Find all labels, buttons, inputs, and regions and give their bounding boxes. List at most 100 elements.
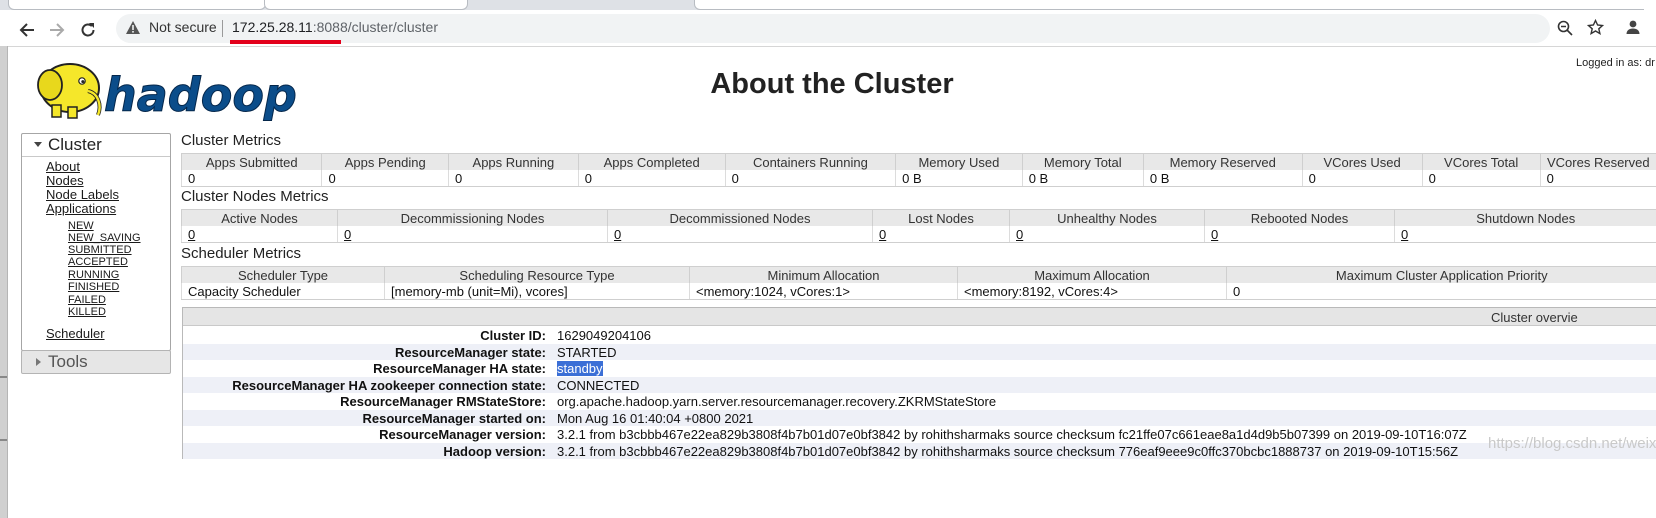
overview-row: ResourceManager RMStateStore: org.apache…: [183, 393, 1656, 409]
overview-row: ResourceManager state: STARTED: [183, 344, 1656, 360]
app-state-submitted[interactable]: SUBMITTED: [68, 244, 132, 256]
column-header[interactable]: Minimum Allocation: [689, 266, 958, 283]
column-header[interactable]: Apps Completed: [577, 153, 726, 170]
active-nodes-link[interactable]: 0: [188, 227, 195, 242]
sidebar-cluster-header[interactable]: Cluster: [22, 134, 170, 157]
red-underline-annotation: [230, 40, 341, 44]
column-header[interactable]: Shutdown Nodes: [1394, 209, 1656, 226]
cluster-metrics-title: Cluster Metrics: [181, 132, 282, 149]
overview-value: STARTED: [557, 345, 617, 360]
app-state-running[interactable]: RUNNING: [68, 269, 119, 281]
table-cell: 0: [1204, 226, 1395, 243]
table-cell: 0: [872, 226, 1010, 243]
column-header[interactable]: Lost Nodes: [872, 209, 1010, 226]
column-header[interactable]: Unhealthy Nodes: [1009, 209, 1205, 226]
app-state-new-saving[interactable]: NEW_SAVING: [68, 232, 141, 244]
table-cell: 0: [1009, 226, 1205, 243]
column-header[interactable]: Memory Reserved: [1142, 153, 1303, 170]
overview-value-selected[interactable]: standby: [557, 361, 603, 376]
column-header[interactable]: Memory Used: [895, 153, 1023, 170]
overview-row: ResourceManager version: 3.2.1 from b3cb…: [183, 426, 1656, 442]
column-header[interactable]: Apps Submitted: [180, 153, 322, 170]
table-cell: 0: [1226, 283, 1656, 300]
browser-tab[interactable]: [8, 0, 266, 10]
forward-button[interactable]: [44, 17, 70, 43]
window-left-edge: [0, 46, 8, 518]
overview-row: Hadoop version: 3.2.1 from b3cbbb467e22e…: [183, 443, 1656, 459]
sidebar-tools-label: Tools: [48, 352, 88, 371]
reload-icon: [81, 23, 95, 37]
table-cell: 0 B: [1142, 170, 1303, 187]
overview-key: Cluster ID:: [480, 328, 546, 343]
page-content: hadoop About the Cluster Logged in as: d…: [8, 47, 1656, 518]
column-header[interactable]: Containers Running: [724, 153, 896, 170]
url-text[interactable]: 172.25.28.11:8088/cluster/cluster: [232, 19, 438, 35]
column-header[interactable]: Rebooted Nodes: [1204, 209, 1395, 226]
column-header[interactable]: Maximum Cluster Application Priority: [1226, 266, 1656, 283]
app-state-new[interactable]: NEW: [68, 220, 94, 232]
table-cell: 0: [577, 170, 726, 187]
decommissioning-nodes-link[interactable]: 0: [344, 227, 351, 242]
overview-key: ResourceManager HA zookeeper connection …: [232, 378, 546, 393]
sidebar-tools-panel[interactable]: Tools: [21, 350, 171, 374]
column-header[interactable]: Apps Running: [448, 153, 579, 170]
overview-key: ResourceManager version:: [379, 427, 546, 442]
table-cell: 0 B: [895, 170, 1023, 187]
column-header[interactable]: Active Nodes: [181, 209, 338, 226]
column-header[interactable]: Scheduler Type: [181, 266, 385, 283]
sidebar-link-scheduler[interactable]: Scheduler: [46, 326, 105, 341]
app-state-finished[interactable]: FINISHED: [68, 281, 119, 293]
column-header[interactable]: Memory Total: [1021, 153, 1144, 170]
table-cell: [memory-mb (unit=Mi), vcores]: [384, 283, 690, 300]
overview-value: 3.2.1 from b3cbbb467e22ea829b3808f4b7b01…: [557, 427, 1467, 442]
app-state-accepted[interactable]: ACCEPTED: [68, 256, 128, 268]
lost-nodes-link[interactable]: 0: [879, 227, 886, 242]
rebooted-nodes-link[interactable]: 0: [1211, 227, 1218, 242]
table-cell: 0: [1539, 170, 1656, 187]
column-header[interactable]: Apps Pending: [321, 153, 449, 170]
reload-button[interactable]: [75, 17, 101, 43]
decommissioned-nodes-link[interactable]: 0: [614, 227, 621, 242]
unhealthy-nodes-link[interactable]: 0: [1016, 227, 1023, 242]
browser-tab[interactable]: [694, 0, 1656, 10]
warning-icon[interactable]: [125, 20, 141, 35]
overview-row: ResourceManager started on: Mon Aug 16 0…: [183, 410, 1656, 426]
zoom-out-icon[interactable]: [1557, 20, 1573, 36]
overview-key: ResourceManager HA state:: [373, 361, 546, 376]
cluster-metrics-table: Apps Submitted Apps Pending Apps Running…: [180, 153, 1656, 187]
app-state-killed[interactable]: KILLED: [68, 306, 106, 318]
browser-tab[interactable]: [264, 0, 468, 10]
security-label[interactable]: Not secure: [149, 19, 217, 35]
cluster-overview-title: Cluster overvie: [1491, 310, 1578, 325]
profile-icon[interactable]: [1625, 19, 1641, 35]
cluster-overview-panel: Cluster overvie Cluster ID: 162904920410…: [182, 307, 1656, 459]
column-header[interactable]: VCores Used: [1301, 153, 1423, 170]
nodes-metrics-title: Cluster Nodes Metrics: [181, 188, 329, 205]
scheduler-metrics-title: Scheduler Metrics: [181, 245, 302, 262]
overview-value: org.apache.hadoop.yarn.server.resourcema…: [557, 394, 997, 409]
sidebar-link-applications[interactable]: Applications: [46, 201, 116, 216]
overview-row: Cluster ID: 1629049204106: [183, 327, 1656, 343]
app-state-failed[interactable]: FAILED: [68, 294, 106, 306]
table-cell: <memory:8192, vCores:4>: [957, 283, 1227, 300]
sidebar-link-nodes[interactable]: Nodes: [46, 173, 84, 188]
bookmark-star-icon[interactable]: [1587, 19, 1604, 36]
column-header[interactable]: Scheduling Resource Type: [384, 266, 690, 283]
logged-in-label: Logged in as: dr: [1576, 57, 1655, 69]
table-cell: 0: [724, 170, 896, 187]
scheduler-metrics-table: Scheduler Type Scheduling Resource Type …: [181, 266, 1656, 300]
shutdown-nodes-link[interactable]: 0: [1401, 227, 1408, 242]
overview-key: ResourceManager started on:: [362, 411, 547, 426]
column-header[interactable]: VCores Total: [1421, 153, 1541, 170]
column-header[interactable]: Decommissioned Nodes: [607, 209, 873, 226]
column-header[interactable]: Maximum Allocation: [957, 266, 1227, 283]
sidebar-link-about[interactable]: About: [46, 159, 80, 174]
sidebar-link-node-labels[interactable]: Node Labels: [46, 187, 119, 202]
column-header[interactable]: Decommissioning Nodes: [337, 209, 608, 226]
back-arrow-icon: [19, 23, 34, 37]
page-title: About the Cluster: [710, 68, 954, 100]
back-button[interactable]: [14, 17, 40, 43]
table-header-row: Apps Submitted Apps Pending Apps Running…: [180, 153, 1656, 170]
expanded-triangle-icon: [34, 142, 42, 147]
column-header[interactable]: VCores Reserved: [1539, 153, 1656, 170]
